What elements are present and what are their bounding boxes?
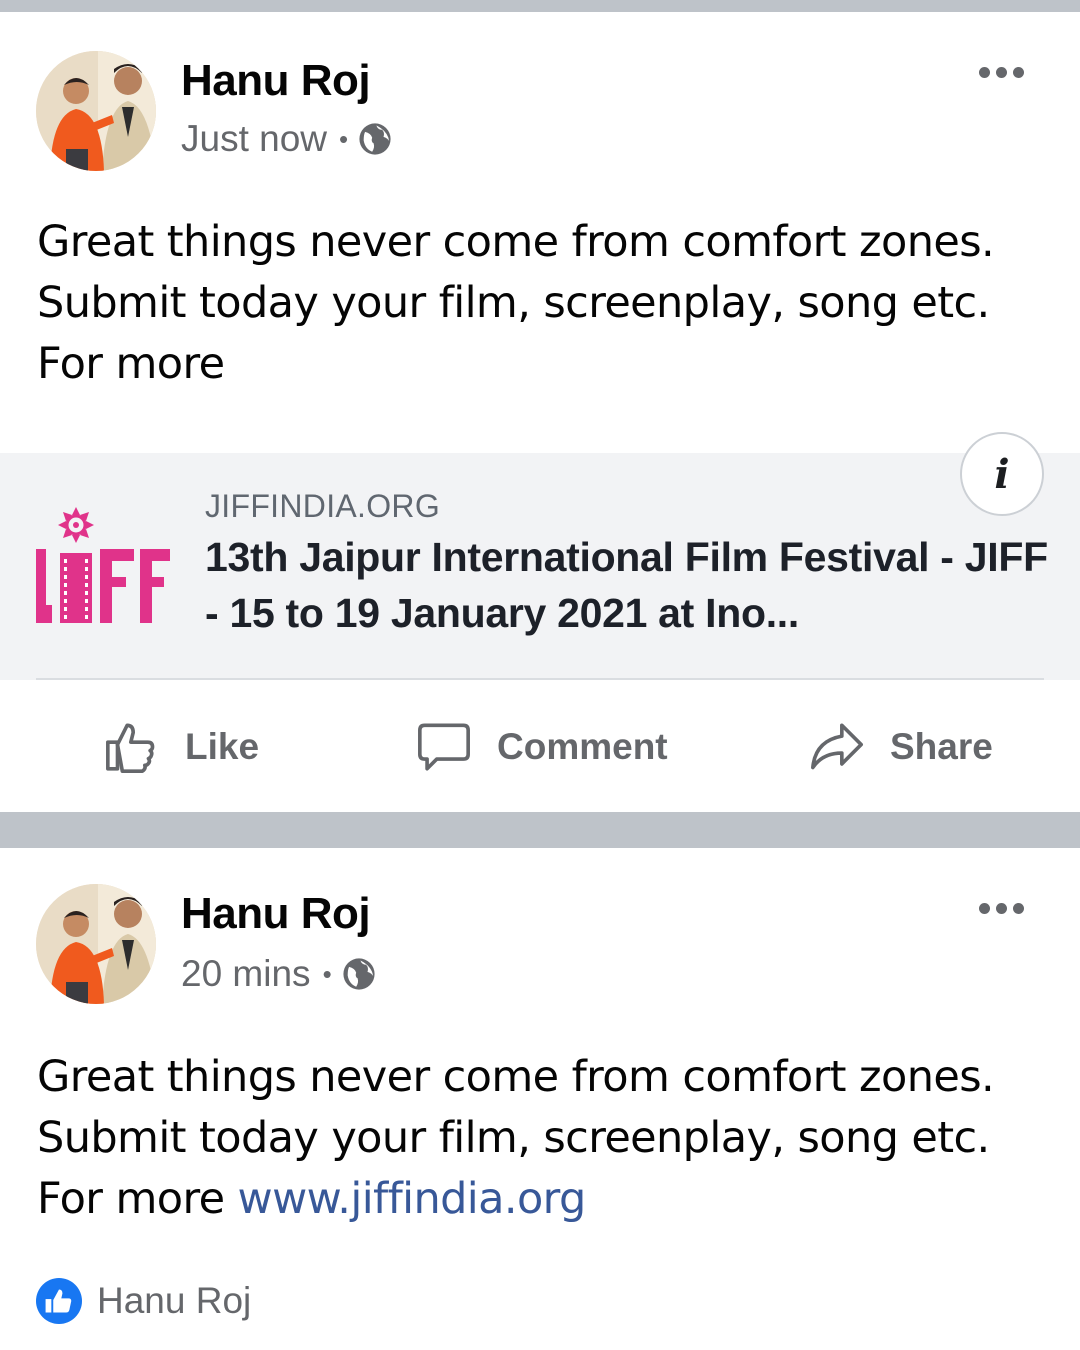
more-dots-icon[interactable] [979, 67, 1024, 78]
post-text-line-with-link: For more www.jiffindia.org [37, 1169, 1047, 1230]
more-dots-icon[interactable] [979, 903, 1024, 914]
avatar-photo [36, 884, 156, 1004]
reaction-names: Hanu Roj [97, 1280, 252, 1321]
info-button[interactable]: i [960, 432, 1044, 516]
post-text-line: For more [37, 1174, 238, 1224]
feed-separator-top [0, 0, 1080, 12]
share-label: Share [890, 726, 993, 767]
feed-post-1: Hanu Roj Just now • Great things never c… [0, 12, 1080, 812]
post-meta: 20 mins • [181, 953, 376, 995]
like-reaction-icon [36, 1278, 82, 1324]
share-button[interactable]: Share [808, 702, 993, 792]
meta-separator: • [339, 123, 349, 154]
post-text: Great things never come from comfort zon… [37, 1047, 1047, 1230]
feed-post-2: Hanu Roj 20 mins • Great things never co… [0, 848, 1080, 1350]
post-timestamp[interactable]: Just now [181, 118, 327, 160]
thumbs-up-icon [106, 723, 155, 773]
author-avatar[interactable] [36, 884, 156, 1004]
feed-separator [0, 812, 1080, 848]
post-actions: Like Comment Share [0, 702, 1080, 792]
post-timestamp[interactable]: 20 mins [181, 953, 311, 995]
author-avatar[interactable] [36, 51, 156, 171]
actions-divider [36, 678, 1044, 680]
post-text-line: Submit today your film, screenplay, song… [37, 1113, 990, 1163]
globe-icon[interactable] [358, 122, 392, 156]
like-label: Like [185, 726, 260, 767]
link-title[interactable]: 13th Jaipur International Film Festival … [205, 529, 1050, 641]
comment-button[interactable]: Comment [415, 702, 668, 792]
author-name[interactable]: Hanu Roj [181, 889, 371, 939]
like-button[interactable]: Like [103, 702, 259, 792]
author-name[interactable]: Hanu Roj [181, 56, 371, 106]
avatar-photo [36, 51, 156, 171]
share-arrow-icon [811, 723, 863, 770]
info-icon: i [994, 450, 1010, 498]
reactions-summary[interactable]: Hanu Roj [36, 1278, 251, 1324]
post-text-line: For more [37, 339, 225, 389]
post-text-line: Great things never come from comfort zon… [37, 217, 995, 267]
post-meta: Just now • [181, 118, 392, 160]
link-preview[interactable]: JIFFINDIA.ORG 13th Jaipur International … [0, 453, 1080, 680]
link-domain: JIFFINDIA.ORG [205, 488, 441, 524]
comment-label: Comment [497, 726, 668, 767]
comment-bubble-icon [418, 723, 470, 771]
globe-icon[interactable] [342, 957, 376, 991]
post-text-line: Submit today your film, screenplay, song… [37, 278, 990, 328]
post-link[interactable]: www.jiffindia.org [238, 1174, 587, 1224]
post-text-line: Great things never come from comfort zon… [37, 1052, 995, 1102]
jiff-logo [36, 507, 170, 623]
meta-separator: • [322, 958, 332, 989]
post-text: Great things never come from comfort zon… [37, 212, 1047, 395]
